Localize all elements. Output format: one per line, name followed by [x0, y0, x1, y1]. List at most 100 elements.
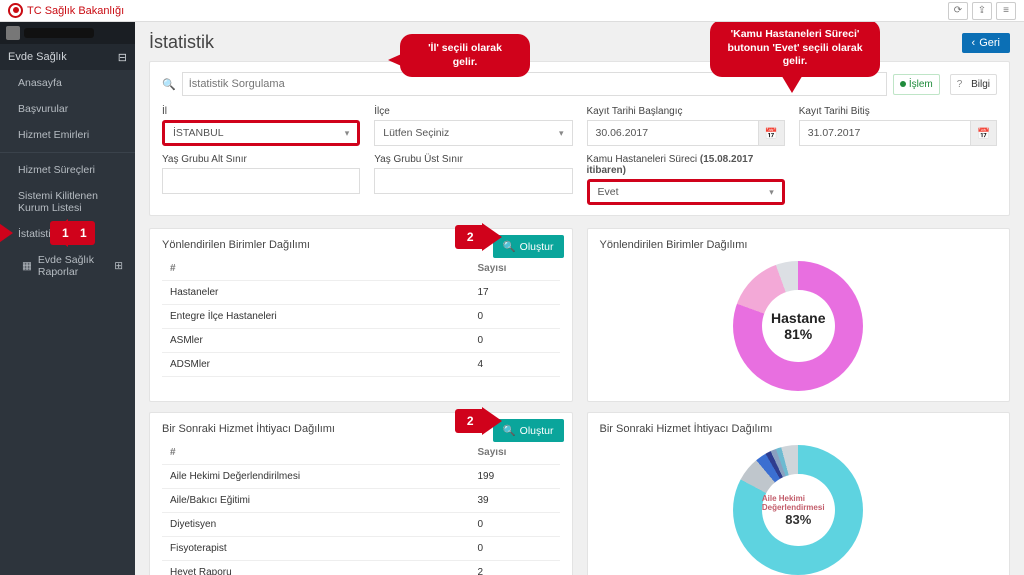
- donut-label: Aile Hekimi Değerlendirmesi: [762, 494, 835, 512]
- cell: Diyetisyen: [162, 513, 470, 537]
- sidebar-item-kilitlenen[interactable]: Sistemi Kilitlenen Kurum Listesi: [0, 183, 135, 221]
- search-icon: 🔍: [503, 240, 516, 253]
- label-bitis: Kayıt Tarihi Bitiş: [799, 106, 997, 117]
- brand-text: TC Sağlık Bakanlığı: [27, 5, 124, 17]
- menu-button[interactable]: ≡: [996, 2, 1016, 20]
- table-row: Hastaneler17: [162, 281, 560, 305]
- select-il[interactable]: İSTANBUL: [162, 120, 360, 146]
- sidebar-item-label: Evde Sağlık Raporlar: [38, 254, 108, 278]
- table-row: Fisyoterapist0: [162, 537, 560, 561]
- back-label: Geri: [979, 37, 1000, 49]
- sidebar-module-head[interactable]: Evde Sağlık ⊟: [0, 44, 135, 70]
- date-baslangic[interactable]: 30.06.2017📅: [587, 120, 785, 146]
- donut-pct: 83%: [785, 512, 811, 527]
- user-name-placeholder: [24, 28, 94, 38]
- table-row: Heyet Raporu2: [162, 561, 560, 575]
- card-bs-table: 2 Bir Sonraki Hizmet İhtiyacı Dağılımı 🔍…: [149, 412, 573, 575]
- callout-kamu: 'Kamu Hastaneleri Süreci' butonun 'Evet'…: [710, 22, 880, 77]
- cell: ADSMler: [162, 353, 470, 377]
- donut-label: Hastane: [771, 310, 825, 326]
- sidebar-item-istatistikler[interactable]: İstatistikler 1 1: [0, 221, 135, 247]
- donut-yb: Hastane 81%: [733, 261, 863, 391]
- cell: 199: [470, 465, 560, 489]
- topbar: TC Sağlık Bakanlığı ⟳ ⇪ ≡: [0, 0, 1024, 22]
- cell: ASMler: [162, 329, 470, 353]
- cell: Fisyoterapist: [162, 537, 470, 561]
- cell: 0: [470, 329, 560, 353]
- label-ilce: İlçe: [374, 106, 572, 117]
- input-yas-ust[interactable]: [374, 168, 572, 194]
- yb-table: # Sayısı Hastaneler17Entegre İlçe Hastan…: [162, 257, 560, 377]
- main: İstatistik ‹ Geri 'İl' seçili olarak gel…: [135, 22, 1024, 575]
- table-row: ADSMler4: [162, 353, 560, 377]
- olustur-button[interactable]: 🔍 Oluştur: [493, 419, 564, 442]
- col-sayisi: Sayısı: [470, 441, 560, 465]
- tab-islem[interactable]: İşlem: [893, 74, 940, 95]
- col-hash: #: [162, 257, 470, 281]
- card-yb-table: 2 Yönlendirilen Birimler Dağılımı 🔍 Oluş…: [149, 228, 573, 402]
- chevron-left-icon: ‹: [972, 37, 976, 49]
- sidebar-module-label: Evde Sağlık: [8, 51, 67, 63]
- sidebar-item-hizmet-surecleri[interactable]: Hizmet Süreçleri: [0, 157, 135, 183]
- grid-icon: ▦: [22, 260, 32, 272]
- filter-panel: 'İl' seçili olarak gelir. 'Kamu Hastanel…: [149, 61, 1010, 216]
- input-yas-alt[interactable]: [162, 168, 360, 194]
- refresh-button[interactable]: ⟳: [948, 2, 968, 20]
- sidebar-item-hizmet-emirleri[interactable]: Hizmet Emirleri: [0, 122, 135, 148]
- cell: 39: [470, 489, 560, 513]
- cell: 0: [470, 305, 560, 329]
- search-icon: 🔍: [503, 424, 516, 437]
- cell: Entegre İlçe Hastaneleri: [162, 305, 470, 329]
- cell: Heyet Raporu: [162, 561, 470, 575]
- cell: Aile/Bakıcı Eğitimi: [162, 489, 470, 513]
- sidebar: Evde Sağlık ⊟ Anasayfa Başvurular Hizmet…: [0, 22, 135, 575]
- card-yb-chart: Yönlendirilen Birimler Dağılımı Hastane …: [587, 228, 1011, 402]
- collapse-icon[interactable]: ⊟: [118, 51, 127, 64]
- search-icon: 🔍: [162, 78, 176, 91]
- select-kamu[interactable]: Evet: [587, 179, 785, 205]
- marker-2: 2: [455, 225, 482, 249]
- brand: TC Sağlık Bakanlığı: [8, 3, 124, 18]
- avatar-icon: [6, 26, 20, 40]
- olustur-button[interactable]: 🔍 Oluştur: [493, 235, 564, 258]
- card-title: Yönlendirilen Birimler Dağılımı: [600, 239, 998, 251]
- sidebar-separator: [0, 152, 135, 153]
- donut-bs: Aile Hekimi Değerlendirmesi 83%: [733, 445, 863, 575]
- tab-bilgi[interactable]: ? Bilgi: [950, 74, 997, 95]
- logo-icon: [8, 3, 23, 18]
- col-sayisi: Sayısı: [470, 257, 560, 281]
- export-button[interactable]: ⇪: [972, 2, 992, 20]
- cell: Aile Hekimi Değerlendirilmesi: [162, 465, 470, 489]
- table-row: ASMler0: [162, 329, 560, 353]
- label-il: İl: [162, 106, 360, 117]
- col-hash: #: [162, 441, 470, 465]
- card-bs-chart: Bir Sonraki Hizmet İhtiyacı Dağılımı Ail…: [587, 412, 1011, 575]
- table-row: Aile/Bakıcı Eğitimi39: [162, 489, 560, 513]
- marker-2: 2: [455, 409, 482, 433]
- cell: 0: [470, 537, 560, 561]
- donut-pct: 81%: [784, 326, 812, 342]
- page-title: İstatistik: [149, 32, 214, 53]
- table-row: Aile Hekimi Değerlendirilmesi199: [162, 465, 560, 489]
- label-baslangic: Kayıt Tarihi Başlangıç: [587, 106, 785, 117]
- cell: 4: [470, 353, 560, 377]
- cell: 17: [470, 281, 560, 305]
- bs-table: # Sayısı Aile Hekimi Değerlendirilmesi19…: [162, 441, 560, 575]
- sidebar-user: [0, 22, 135, 44]
- label-kamu: Kamu Hastaneleri Süreci (15.08.2017 itib…: [587, 154, 785, 176]
- callout-il: 'İl' seçili olarak gelir.: [400, 34, 530, 77]
- back-button[interactable]: ‹ Geri: [962, 33, 1010, 53]
- sidebar-item-basvurular[interactable]: Başvurular: [0, 96, 135, 122]
- sidebar-item-raporlar[interactable]: ▦ Evde Sağlık Raporlar ⊞: [0, 247, 135, 285]
- card-title: Bir Sonraki Hizmet İhtiyacı Dağılımı: [600, 423, 998, 435]
- date-bitis[interactable]: 31.07.2017📅: [799, 120, 997, 146]
- calendar-icon: 📅: [970, 121, 996, 145]
- calendar-icon: 📅: [758, 121, 784, 145]
- dot-icon: [900, 81, 906, 87]
- sidebar-item-anasayfa[interactable]: Anasayfa: [0, 70, 135, 96]
- table-row: Diyetisyen0: [162, 513, 560, 537]
- marker-1: 1: [50, 221, 77, 245]
- table-row: Entegre İlçe Hastaneleri0: [162, 305, 560, 329]
- select-ilce[interactable]: Lütfen Seçiniz: [374, 120, 572, 146]
- cell: 0: [470, 513, 560, 537]
